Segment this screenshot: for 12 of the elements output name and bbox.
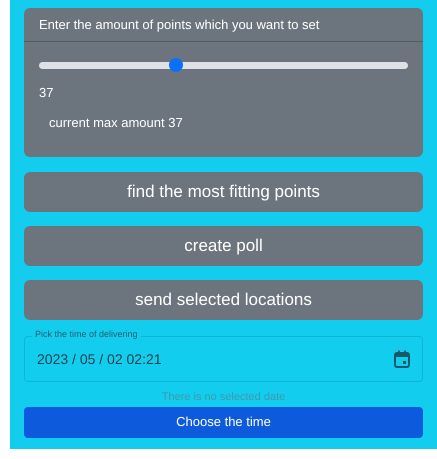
slider-value: 37 [39, 84, 54, 102]
choose-time-button[interactable]: Choose the time [24, 406, 423, 438]
status-text: There is no selected date [160, 390, 286, 405]
action-button[interactable]: find the most fitting points [24, 172, 423, 212]
field-value: 2023 / 05 / 02 02:21 [37, 350, 162, 368]
slider-thumb[interactable] [168, 58, 183, 72]
action-button[interactable]: send selected locations [24, 280, 423, 320]
card-title: Enter the amount of points which you want to set [24, 8, 423, 42]
max-amount-text: current max amount 37 [49, 114, 184, 132]
calendar-icon[interactable] [394, 350, 410, 368]
field-label: Pick the time of delivering [32, 330, 141, 339]
action-button[interactable]: create poll [24, 226, 423, 266]
